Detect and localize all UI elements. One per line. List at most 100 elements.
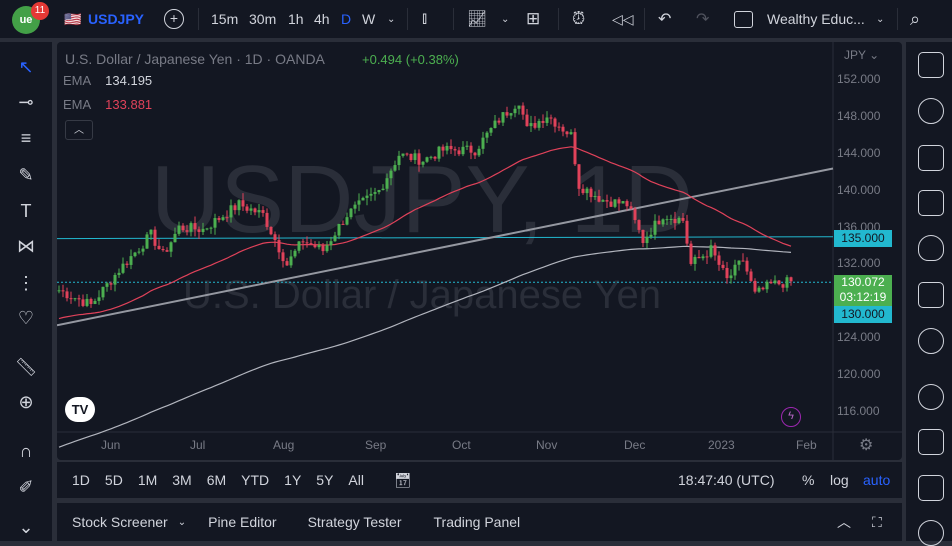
brush-icon[interactable]: ✎ [13,162,39,188]
collapse-legend-button[interactable]: ︿ [65,120,93,140]
range-1m[interactable]: 1M [138,472,157,488]
layout-chevron-icon[interactable]: ⌄ [876,0,884,38]
candle [81,299,85,306]
cursor-icon[interactable]: ↖ [13,54,39,80]
watchlist-icon[interactable] [918,52,944,78]
tab-stock-screener[interactable]: Stock Screener [72,514,168,530]
alert-clock-icon[interactable]: ⏰︎ [572,0,585,38]
candle-type-icon[interactable]: ⫾ [422,0,427,38]
ema-fast-legend[interactable]: EMA 134.195 [63,73,153,88]
candle [561,126,565,132]
currency-selector[interactable]: JPY ⌄ [844,48,879,62]
candle [225,217,229,219]
goto-date-icon[interactable]: 📅︎ [394,472,412,489]
range-3m[interactable]: 3M [172,472,191,488]
compare-plus-icon[interactable]: + [164,0,184,38]
symbol-search[interactable]: USDJPY [88,0,144,38]
log-toggle[interactable]: log [830,472,849,488]
fib-icon[interactable]: ≡ [13,125,39,151]
candle [345,217,349,225]
redo-icon[interactable]: ↷ [696,0,709,38]
candle [157,245,161,250]
range-5d[interactable]: 5D [105,472,123,488]
maximize-panel-icon[interactable]: ⛶ [872,514,882,531]
candle [573,132,577,165]
range-5y[interactable]: 5Y [316,472,333,488]
time-tick: Aug [273,438,295,452]
collapse-chevron-icon[interactable]: ⌄ [13,514,39,540]
candle [273,234,277,241]
trend-line-icon[interactable]: ⊸ [13,89,39,115]
messages-icon[interactable] [918,429,944,455]
heart-icon[interactable]: ♡ [13,305,39,331]
tab-strategy-tester[interactable]: Strategy Tester [308,514,402,530]
candle [593,196,597,198]
expand-panel-icon[interactable]: ︿ [837,512,851,532]
layout-grid-icon[interactable]: ⊞ [526,0,540,38]
candle [57,290,61,292]
candle [617,199,621,204]
interval-w[interactable]: W [362,0,375,38]
lightning-icon[interactable]: ϟ [781,407,801,427]
undo-icon[interactable]: ↶ [658,0,671,38]
interval-4h[interactable]: 4h [314,0,330,38]
ruler-icon[interactable]: 📏︎ [13,354,39,380]
candle [161,249,165,251]
candle [509,113,513,116]
news-icon[interactable] [918,145,944,171]
candle [713,245,717,256]
range-1d[interactable]: 1D [72,472,90,488]
indicators-chevron-icon[interactable]: ⌄ [501,0,509,38]
fullscreen-square-icon[interactable] [734,0,753,38]
candle [433,156,437,159]
pattern-icon[interactable]: ⋈ [13,233,39,259]
zoom-in-icon[interactable]: ⊕ [13,389,39,415]
lightbulb-icon[interactable] [918,328,944,354]
time-tick: 2023 [708,438,735,452]
layout-name[interactable]: Wealthy Educ... [767,0,865,38]
forecast-icon[interactable]: ⋮ [13,270,39,296]
search-icon[interactable]: ⌕ [910,0,920,38]
candle [257,210,261,213]
candle [629,206,633,209]
price-plot[interactable]: USDJPY, 1D U.S. Dollar / Japanese Yen [57,42,902,460]
notifications-icon[interactable] [918,475,944,501]
text-icon[interactable]: T [13,198,39,224]
interval-30m[interactable]: 30m [249,0,276,38]
indicators-icon[interactable]: 📈︎ [467,0,487,38]
clock[interactable]: 18:47:40 (UTC) [678,472,774,488]
percent-toggle[interactable]: % [802,472,814,488]
help-icon[interactable] [918,520,944,546]
candle [385,178,389,189]
range-6m[interactable]: 6M [207,472,226,488]
replay-icon[interactable]: ◁◁ [612,0,634,38]
candle [577,164,581,189]
range-ytd[interactable]: YTD [241,472,269,488]
ema-value: 134.195 [105,73,153,88]
magnet-icon[interactable]: ∩ [13,438,39,464]
candle [377,190,381,193]
ema-slow-legend[interactable]: EMA 133.881 [63,97,152,112]
ideas-icon[interactable] [918,190,944,216]
hotlist-flame-icon[interactable] [918,235,944,261]
range-all[interactable]: All [348,472,364,488]
candle [541,121,545,123]
tab-pine-editor[interactable]: Pine Editor [208,514,276,530]
stock-screener-chevron-icon[interactable]: ⌄ [178,517,186,528]
tradingview-logo[interactable]: TV [65,397,95,422]
alarm-clock-icon[interactable] [918,98,944,124]
chart-pane[interactable]: USDJPY, 1D U.S. Dollar / Japanese Yen U.… [57,42,902,460]
interval-dropdown-chevron-icon[interactable]: ⌄ [387,0,395,38]
interval-15m[interactable]: 15m [211,0,238,38]
auto-toggle[interactable]: auto [863,472,890,488]
lock-pencil-icon[interactable]: ✐ [13,474,39,500]
calendar-icon[interactable] [918,282,944,308]
interval-1h[interactable]: 1h [288,0,304,38]
candle [789,277,793,282]
tab-trading-panel[interactable]: Trading Panel [434,514,521,530]
range-1y[interactable]: 1Y [284,472,301,488]
settings-gear-icon[interactable]: ⚙ [859,435,873,455]
candle [221,217,225,220]
chat-icon[interactable] [918,384,944,410]
interval-d[interactable]: D [341,0,351,38]
